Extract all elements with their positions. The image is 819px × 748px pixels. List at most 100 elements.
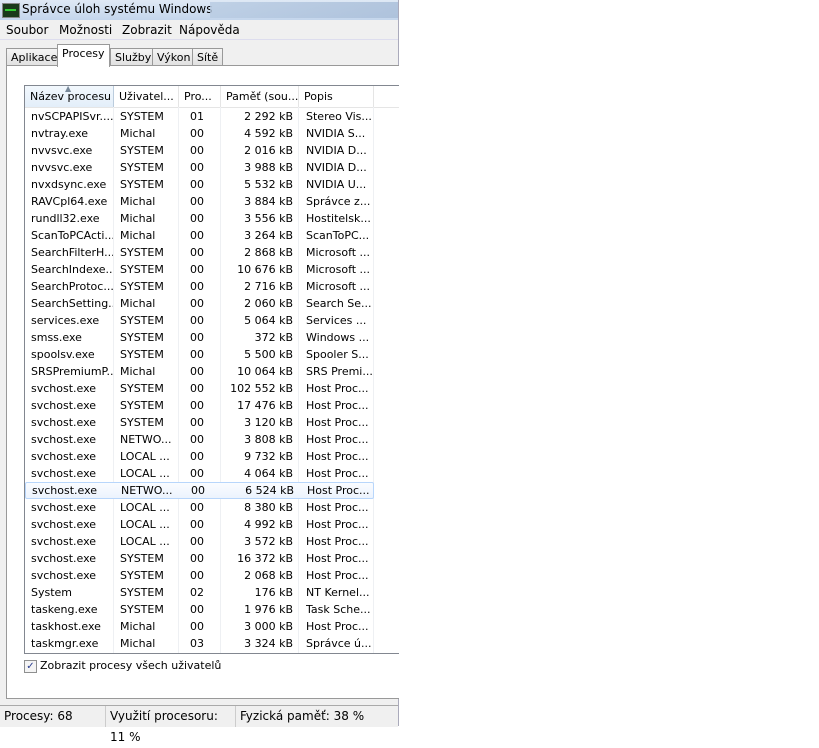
cell-name: svchost.exe — [31, 416, 97, 429]
cell-cpu: 00 — [190, 127, 204, 140]
cell-name: SearchSetting... — [31, 297, 113, 310]
process-row[interactable]: nvtray.exe Michal 00 4 592 kB NVIDIA S... — [25, 125, 374, 142]
process-row[interactable]: services.exe SYSTEM 00 5 064 kB Services ... — [25, 312, 374, 329]
cell-memory: 10 676 kB — [237, 263, 293, 276]
cell-cpu: 00 — [190, 399, 204, 412]
cell-user: Michal — [120, 365, 156, 378]
cell-name: svchost.exe — [32, 484, 98, 497]
process-row[interactable]: RAVCpl64.exe Michal 00 3 884 kB Správce z... — [25, 193, 374, 210]
process-row[interactable]: SearchProtoc... SYSTEM 00 2 716 kB Microsoft… — [25, 278, 374, 295]
process-row[interactable]: taskhost.exe Michal 00 3 000 kB Host Proc... — [25, 618, 374, 635]
menu-napoveda[interactable]: Nápověda — [179, 23, 240, 37]
show-all-users-checkbox[interactable]: ✓ — [24, 660, 37, 673]
cell-description: Windows ... — [306, 331, 370, 344]
cell-name: taskhost.exe — [31, 620, 101, 633]
cell-memory: 8 380 kB — [244, 501, 293, 514]
menu-soubor[interactable]: Soubor — [6, 23, 48, 37]
process-row[interactable]: SRSPremiumP... Michal 00 10 064 kB SRS Premi… — [25, 363, 374, 380]
process-row[interactable]: svchost.exe LOCAL ... 00 9 732 kB Host Proc.… — [25, 448, 374, 465]
process-row[interactable]: nvvsvc.exe SYSTEM 00 3 988 kB NVIDIA D... — [25, 159, 374, 176]
cell-description: Host Proc... — [306, 620, 369, 633]
process-row[interactable]: rundll32.exe Michal 00 3 556 kB Hostitelsk..… — [25, 210, 374, 227]
tab-aplikace[interactable]: Aplikace — [6, 48, 63, 66]
title-bar[interactable]: Správce úloh systému Windows — [0, 0, 398, 20]
process-row[interactable]: svchost.exe LOCAL ... 00 3 572 kB Host Proc.… — [25, 533, 374, 550]
cell-description: Host Proc... — [306, 501, 369, 514]
cell-name: SearchFilterH... — [31, 246, 113, 259]
menu-moznosti[interactable]: Možnosti — [59, 23, 112, 37]
cell-user: SYSTEM — [120, 144, 164, 157]
process-row[interactable]: svchost.exe SYSTEM 00 102 552 kB Host Proc..… — [25, 380, 374, 397]
cell-user: LOCAL ... — [120, 518, 170, 531]
process-row[interactable]: System SYSTEM 02 176 kB NT Kernel... — [25, 584, 374, 601]
process-row[interactable]: svchost.exe SYSTEM 00 3 120 kB Host Proc... — [25, 414, 374, 431]
process-row[interactable]: svchost.exe SYSTEM 00 16 372 kB Host Proc... — [25, 550, 374, 567]
process-row[interactable]: SearchFilterH... SYSTEM 00 2 868 kB Microsof… — [25, 244, 374, 261]
process-row[interactable]: svchost.exe NETWO... 00 6 524 kB Host Proc..… — [25, 482, 374, 499]
cell-description: NVIDIA D... — [306, 144, 367, 157]
cell-memory: 16 372 kB — [237, 552, 293, 565]
cell-cpu: 00 — [190, 161, 204, 174]
cell-memory: 372 kB — [254, 331, 293, 344]
tab-procesy[interactable]: Procesy — [57, 44, 110, 67]
cell-description: Host Proc... — [307, 484, 370, 497]
cell-user: NETWO... — [120, 433, 172, 446]
process-row[interactable]: taskeng.exe SYSTEM 00 1 976 kB Task Sche... — [25, 601, 374, 618]
tab-sluzby[interactable]: Služby — [110, 48, 157, 66]
process-row[interactable]: nvvsvc.exe SYSTEM 00 2 016 kB NVIDIA D... — [25, 142, 374, 159]
cell-description: Správce z... — [306, 195, 371, 208]
process-row[interactable]: ScanToPCActi... Michal 00 3 264 kB ScanToPC.… — [25, 227, 374, 244]
cell-name: RAVCpl64.exe — [31, 195, 108, 208]
cell-user: Michal — [120, 620, 156, 633]
status-bar: Procesy: 68 Využití procesoru: 11 % Fyzi… — [0, 705, 398, 744]
cell-name: spoolsv.exe — [31, 348, 95, 361]
cell-user: SYSTEM — [120, 161, 164, 174]
process-row[interactable]: SearchSetting... Michal 00 2 060 kB Search S… — [25, 295, 374, 312]
cell-name: nvxdsync.exe — [31, 178, 107, 191]
cell-memory: 3 988 kB — [244, 161, 293, 174]
cell-description: NVIDIA U... — [306, 178, 367, 191]
menu-zobrazit[interactable]: Zobrazit — [122, 23, 172, 37]
cell-cpu: 00 — [190, 569, 204, 582]
cell-user: LOCAL ... — [120, 467, 170, 480]
cell-user: SYSTEM — [120, 552, 164, 565]
cell-description: Stereo Vis... — [306, 110, 372, 123]
cell-user: Michal — [120, 637, 156, 650]
cell-cpu: 00 — [190, 314, 204, 327]
cell-cpu: 00 — [190, 620, 204, 633]
column-header-description[interactable]: Popis — [299, 86, 374, 107]
process-row[interactable]: nvSCPAPISvr.... SYSTEM 01 2 292 kB Stereo Vi… — [25, 108, 374, 125]
process-row[interactable]: svchost.exe SYSTEM 00 17 476 kB Host Proc... — [25, 397, 374, 414]
cell-user: NETWO... — [121, 484, 173, 497]
cell-user: LOCAL ... — [120, 501, 170, 514]
process-list[interactable]: ▲ Název procesu Uživatel... Pro... Paměť … — [24, 84, 399, 654]
cell-user: SYSTEM — [120, 178, 164, 191]
process-row[interactable]: svchost.exe SYSTEM 00 2 068 kB Host Proc... — [25, 567, 374, 584]
cell-description: Services ... — [306, 314, 367, 327]
cell-user: SYSTEM — [120, 399, 164, 412]
process-row[interactable]: svchost.exe LOCAL ... 00 4 064 kB Host Proc.… — [25, 465, 374, 482]
column-header-memory[interactable]: Paměť (sou... — [221, 86, 299, 107]
process-row[interactable]: taskmgr.exe Michal 03 3 324 kB Správce ú... — [25, 635, 374, 652]
process-row[interactable]: svchost.exe LOCAL ... 00 4 992 kB Host Proc.… — [25, 516, 374, 533]
tab-vykon[interactable]: Výkon — [152, 48, 196, 66]
process-row[interactable]: svchost.exe NETWO... 00 3 808 kB Host Proc..… — [25, 431, 374, 448]
show-all-users-label[interactable]: Zobrazit procesy všech uživatelů — [40, 659, 221, 672]
process-row[interactable]: smss.exe SYSTEM 00 372 kB Windows ... — [25, 329, 374, 346]
column-header-name[interactable]: ▲ Název procesu — [25, 84, 114, 107]
cell-description: Host Proc... — [306, 382, 369, 395]
cell-name: svchost.exe — [31, 382, 97, 395]
tab-site[interactable]: Sítě — [192, 48, 224, 66]
column-header-cpu[interactable]: Pro... — [179, 86, 221, 107]
cell-cpu: 00 — [190, 263, 204, 276]
process-row[interactable]: nvxdsync.exe SYSTEM 00 5 532 kB NVIDIA U... — [25, 176, 374, 193]
process-row[interactable]: spoolsv.exe SYSTEM 00 5 500 kB Spooler S... — [25, 346, 374, 363]
cell-cpu: 00 — [190, 535, 204, 548]
process-row[interactable]: svchost.exe LOCAL ... 00 8 380 kB Host Proc.… — [25, 499, 374, 516]
cell-cpu: 00 — [191, 484, 205, 497]
cell-memory: 3 264 kB — [244, 229, 293, 242]
cell-memory: 17 476 kB — [237, 399, 293, 412]
process-row[interactable]: SearchIndexe... SYSTEM 00 10 676 kB Microsof… — [25, 261, 374, 278]
column-header-user[interactable]: Uživatel... — [114, 86, 179, 107]
cell-description: Host Proc... — [306, 433, 369, 446]
